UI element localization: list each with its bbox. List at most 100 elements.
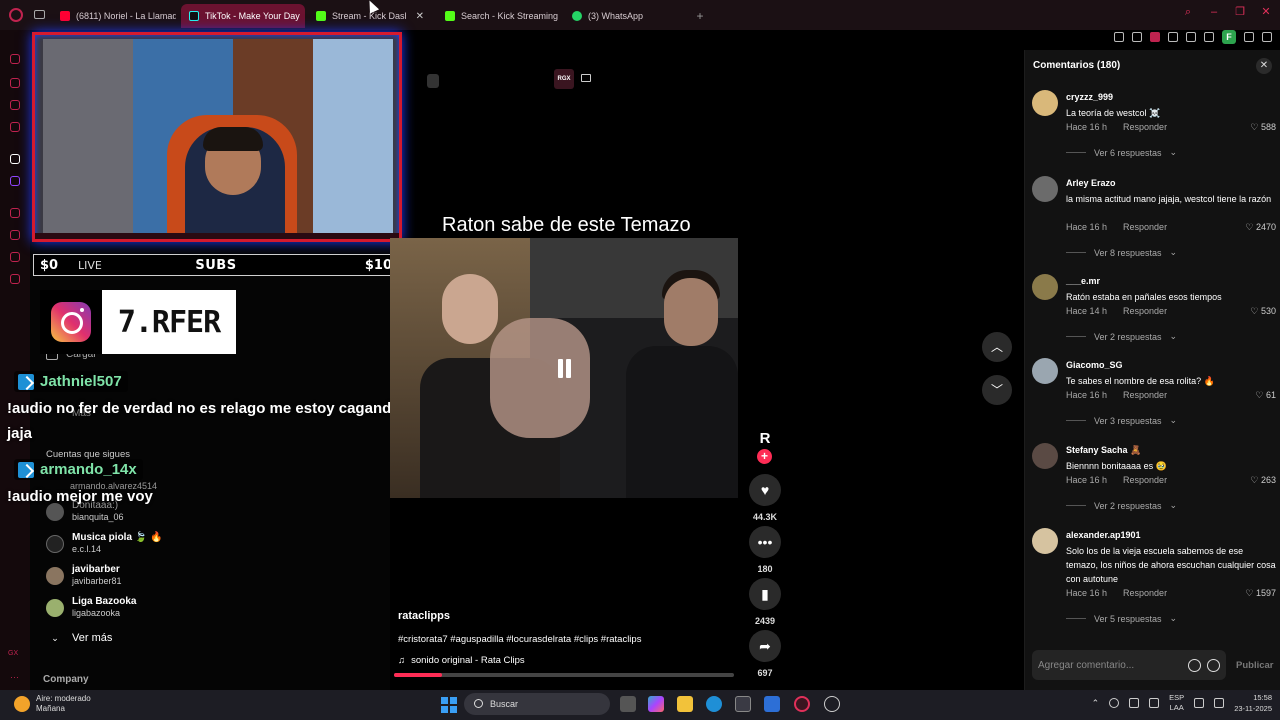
sidebar-messenger-icon[interactable] [10,100,20,110]
maximize-icon[interactable]: ❐ [1234,6,1246,18]
view-replies[interactable]: Ver 2 respuestas ⌄ [1066,331,1177,342]
comment-avatar[interactable] [1032,358,1058,384]
comment-user[interactable]: cryzzz_999 [1066,92,1113,102]
tab-youtube[interactable]: (6811) Noriel - La Llamada [52,4,176,28]
following-item[interactable]: javibarber javibarber81 [46,564,122,587]
tab-tiktok[interactable]: TikTok - Make Your Day [181,4,305,28]
share-icon[interactable]: ➦ [749,630,781,662]
opera-gx-logo-icon[interactable] [9,8,23,22]
pin-icon[interactable] [1114,32,1124,42]
play-icon[interactable] [1186,32,1196,42]
emoji-icon[interactable] [1207,658,1220,672]
sidebar-instagram-icon[interactable] [10,122,20,132]
download-icon[interactable] [1244,32,1254,42]
heart-icon[interactable] [1204,32,1214,42]
opera-gx-taskbar-icon[interactable] [794,696,810,712]
close-comments-button[interactable]: ✕ [1256,58,1272,74]
pause-icon[interactable] [556,359,573,378]
comment-like[interactable]: ♡ 263 [1250,475,1276,486]
tray-chevron-icon[interactable]: ⌃ [1092,698,1100,709]
sidebar-history-icon[interactable] [10,230,20,240]
comment-user[interactable]: ___e.mr [1066,276,1100,286]
menu-icon[interactable] [1262,32,1272,42]
next-video-button[interactable]: ﹀ [982,375,1012,405]
sidebar-home-icon[interactable] [10,54,20,64]
minimize-icon[interactable]: – [1208,6,1220,18]
comment-like[interactable]: ♡ 588 [1250,122,1276,133]
see-more-link[interactable]: ⌄ Ver más [46,632,112,644]
display-icon[interactable] [1194,698,1205,708]
tab-whatsapp[interactable]: (3) WhatsApp [564,4,688,28]
comment-like[interactable]: ♡ 2470 [1245,222,1276,233]
save-action[interactable]: ▮ 2439 [748,578,782,626]
sync-icon[interactable] [1129,698,1140,708]
app-circle-icon[interactable] [824,696,840,712]
video-username[interactable]: rataclipps [398,610,450,622]
task-view-icon[interactable] [620,696,636,712]
mini-player-icon[interactable] [581,74,591,82]
search-tabs-icon[interactable]: ⌕ [1182,6,1194,18]
view-replies[interactable]: Ver 5 respuestas ⌄ [1066,613,1177,624]
reply-button[interactable]: Responder [1123,475,1167,485]
edge-icon[interactable] [706,696,722,712]
mention-icon[interactable] [1188,658,1201,672]
following-item[interactable]: Liga Bazooka ligabazooka [46,596,136,619]
profile-avatar[interactable]: F [1222,30,1236,44]
taskbar-search[interactable]: Buscar [464,693,610,715]
comment-user[interactable]: Giacomo_SG [1066,360,1123,370]
sidebar-kick-icon[interactable] [10,154,20,164]
tab-list-icon[interactable] [34,10,45,19]
app-icon[interactable] [764,696,780,712]
video-hashtags[interactable]: #cristorata7 #aguspadilla #locurasdelrat… [398,634,641,645]
reply-button[interactable]: Responder [1123,122,1167,132]
windows-start-icon[interactable] [441,697,457,713]
bookmark-icon[interactable]: ▮ [749,578,781,610]
creator-avatar[interactable]: R + [754,430,776,464]
sidebar-extensions-icon[interactable] [10,252,20,262]
reply-button[interactable]: Responder [1123,222,1167,232]
publish-button[interactable]: Publicar [1236,660,1274,671]
video-progress-bar[interactable] [394,673,734,677]
clock[interactable]: 15:58 23-11-2025 [1234,692,1272,714]
comment-user[interactable]: Arley Erazo [1066,178,1116,188]
speaker-icon[interactable] [1214,698,1225,708]
shield-icon[interactable] [1150,32,1160,42]
language-indicator[interactable]: ESP LAA [1169,693,1184,713]
reply-button[interactable]: Responder [1123,306,1167,316]
rgx-badge[interactable]: RGX [554,69,574,89]
comment-avatar[interactable] [1032,90,1058,116]
sidebar-player-icon[interactable] [10,208,20,218]
comment-user[interactable]: Stefany Sacha 🧸 [1066,445,1141,456]
comment-avatar[interactable] [1032,528,1058,554]
comment-icon[interactable]: ••• [749,526,781,558]
follow-plus-icon[interactable]: + [757,449,772,464]
copilot-icon[interactable] [648,696,664,712]
heart-icon[interactable]: ♥ [749,474,781,506]
reply-button[interactable]: Responder [1123,588,1167,598]
company-link[interactable]: Company [43,674,89,685]
file-explorer-icon[interactable] [677,696,693,712]
view-replies[interactable]: Ver 3 respuestas ⌄ [1066,415,1177,426]
reply-button[interactable]: Responder [1123,390,1167,400]
comment-input[interactable]: Agregar comentario... [1032,650,1226,680]
comment-like[interactable]: ♡ 1597 [1245,588,1276,599]
sidebar-twitch-icon[interactable] [10,176,20,186]
like-action[interactable]: ♥ 44.3K [748,474,782,522]
sidebar-more-icon[interactable]: ··· [10,672,20,682]
following-item[interactable]: Musica piola 🍃 🔥 e.c.l.14 [46,532,162,555]
close-tab-icon[interactable]: ✕ [416,11,424,22]
comment-avatar[interactable] [1032,443,1058,469]
translate-icon[interactable] [1168,32,1178,42]
sidebar-settings-icon[interactable] [10,274,20,284]
store-icon[interactable] [735,696,751,712]
comment-user[interactable]: alexander.ap1901 [1066,530,1141,540]
weather-widget[interactable]: Aire: moderado Mañana [14,694,91,714]
comment-action[interactable]: ••• 180 [748,526,782,574]
comment-like[interactable]: ♡ 530 [1250,306,1276,317]
microphone-icon[interactable] [1149,698,1160,708]
tab-kick-search[interactable]: Search - Kick Streaming [437,4,561,28]
comment-like[interactable]: ♡ 61 [1255,390,1276,401]
video-sound[interactable]: ♫ sonido original - Rata Clips [398,655,525,666]
sidebar-gx-icon[interactable] [10,78,20,88]
view-replies[interactable]: Ver 6 respuestas ⌄ [1066,147,1177,158]
